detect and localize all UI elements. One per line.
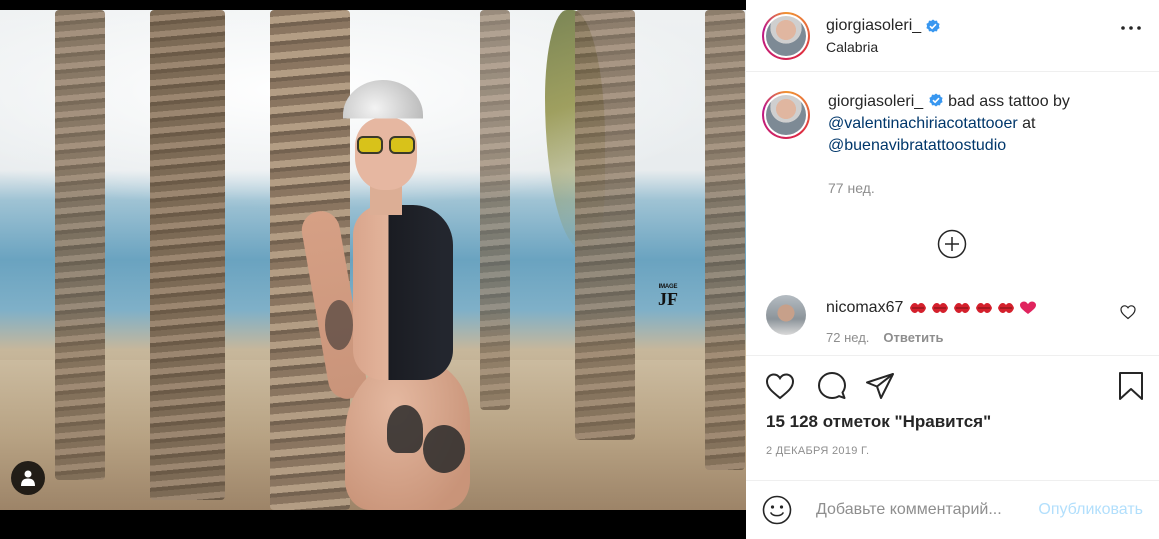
kiss-emoji-icon (954, 303, 971, 313)
comment-like-heart-icon[interactable] (1120, 304, 1136, 320)
caption-text: giorgiasoleri_ bad ass tattoo by @valent… (828, 91, 1148, 157)
caption-timestamp[interactable]: 77 нед. (828, 180, 875, 196)
paper-plane-icon (866, 373, 894, 399)
tattoo-flower (423, 425, 465, 473)
post-date[interactable]: 2 ДЕКАБРЯ 2019 Г. (766, 445, 869, 457)
comment-bubble-icon (818, 372, 846, 399)
post-caption: giorgiasoleri_ bad ass tattoo by @valent… (762, 91, 1148, 157)
photo-subject (298, 80, 525, 510)
share-button[interactable] (864, 370, 896, 402)
comment-button[interactable] (816, 370, 848, 402)
like-button[interactable] (764, 370, 796, 402)
comment-item: nicomax67 72 нед. Ответить (762, 295, 1152, 345)
commenter-avatar[interactable] (766, 295, 806, 335)
comments-list[interactable]: giorgiasoleri_ bad ass tattoo by @valent… (746, 73, 1159, 355)
author-username[interactable]: giorgiasoleri_ (826, 17, 921, 35)
palm-trunk (575, 10, 635, 440)
load-more-comments-button[interactable] (937, 229, 967, 259)
heart-emoji-icon (1020, 301, 1037, 314)
save-button[interactable] (1115, 370, 1147, 402)
post-actions: 15 128 отметок "Нравится" 2 ДЕКАБРЯ 2019… (746, 355, 1159, 480)
tattoo-heart (387, 405, 423, 453)
tattoo-arm (325, 300, 353, 350)
caption-mention[interactable]: @valentinachiriacotattooer (828, 115, 1018, 132)
likes-count[interactable]: 15 128 отметок "Нравится" (766, 412, 991, 432)
more-options-button[interactable] (1119, 16, 1143, 40)
commenter-username[interactable]: nicomax67 (826, 299, 903, 317)
verified-badge-icon (926, 19, 940, 32)
palm-trunk (150, 10, 225, 500)
author-avatar[interactable] (762, 11, 810, 60)
caption-mention[interactable]: @buenavibratattoostudio (828, 137, 1006, 154)
bookmark-icon (1119, 372, 1143, 400)
post-photo[interactable]: IMAGE JF (0, 10, 746, 510)
user-icon (21, 470, 35, 486)
kiss-emoji-icon (932, 303, 949, 313)
palm-trunk (55, 10, 105, 480)
emoji-picker-button[interactable] (762, 495, 792, 525)
more-dots-icon (1121, 26, 1141, 30)
avatar-image (766, 95, 806, 135)
plus-circle-icon (937, 229, 967, 259)
comment-timestamp[interactable]: 72 нед. (826, 330, 869, 345)
post-header: giorgiasoleri_ Calabria (746, 0, 1159, 72)
subject-torso (353, 205, 453, 380)
post-sidebar: giorgiasoleri_ Calabria giorgiasoleri_ b… (746, 0, 1159, 539)
palm-trunk (705, 10, 745, 470)
kiss-emoji-icon (998, 303, 1015, 313)
photographer-watermark: IMAGE JF (651, 280, 685, 312)
verified-badge-icon (929, 93, 943, 107)
kiss-emoji-icon (976, 303, 993, 313)
caption-text-part: at (1017, 115, 1036, 132)
reply-button[interactable]: Ответить (883, 330, 943, 345)
comment-input[interactable] (816, 501, 1039, 519)
subject-glasses (357, 136, 419, 156)
tagged-users-button[interactable] (11, 461, 45, 495)
caption-author-avatar[interactable] (762, 91, 810, 139)
add-comment-form: Опубликовать (746, 480, 1159, 539)
avatar-image (766, 15, 806, 56)
heart-icon (765, 373, 795, 400)
post-location[interactable]: Calabria (826, 39, 941, 55)
caption-text-part: bad ass tattoo by (943, 93, 1070, 110)
publish-button[interactable]: Опубликовать (1038, 501, 1143, 519)
post-media[interactable]: IMAGE JF (0, 0, 746, 539)
smiley-icon (762, 495, 792, 525)
caption-username[interactable]: giorgiasoleri_ (828, 93, 923, 110)
comment-emoji-row (909, 301, 1037, 315)
watermark-main-text: JF (658, 289, 678, 309)
kiss-emoji-icon (910, 303, 927, 313)
